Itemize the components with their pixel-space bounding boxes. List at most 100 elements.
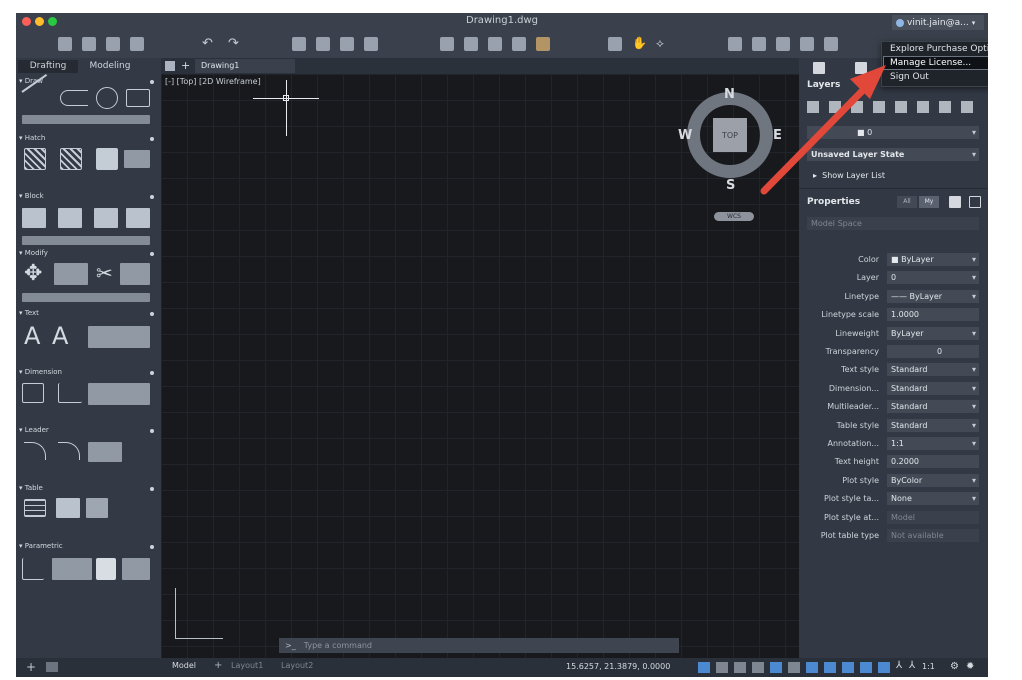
- design-center-icon[interactable]: [800, 37, 814, 51]
- polar-toggle-icon[interactable]: [752, 662, 764, 673]
- property-value[interactable]: —— ByLayer: [887, 289, 979, 303]
- section-hatch[interactable]: ▾ Hatch: [19, 133, 45, 144]
- gradient-tool-icon[interactable]: [60, 148, 82, 170]
- multiline-text-icon[interactable]: A: [24, 323, 40, 349]
- section-parametric[interactable]: ▾ Parametric: [19, 541, 63, 552]
- explore-purchase-options-item[interactable]: Explore Purchase Options: [890, 43, 988, 56]
- property-value[interactable]: 0.2000: [887, 455, 979, 469]
- content-browser-icon[interactable]: [824, 37, 838, 51]
- section-menu-icon[interactable]: [150, 80, 154, 84]
- auto-scale-icon[interactable]: ⅄: [909, 660, 915, 671]
- section-menu-icon[interactable]: [150, 312, 154, 316]
- section-table[interactable]: ▾ Table: [19, 483, 43, 494]
- command-line[interactable]: >_ Type a command: [279, 638, 679, 653]
- layout-list-icon[interactable]: [46, 662, 58, 672]
- property-value[interactable]: Standard: [887, 418, 979, 432]
- section-menu-icon[interactable]: [150, 429, 154, 433]
- tab-layout1[interactable]: Layout1: [231, 661, 263, 670]
- snap-toggle-icon[interactable]: [716, 662, 728, 673]
- block-insert-icon[interactable]: [776, 37, 790, 51]
- property-value[interactable]: ■ ByLayer: [887, 253, 979, 266]
- property-value[interactable]: Standard: [887, 400, 979, 414]
- tab-drafting[interactable]: Drafting: [18, 60, 78, 73]
- wcs-menu[interactable]: WCS: [714, 212, 754, 221]
- publish-icon[interactable]: [340, 37, 354, 51]
- section-menu-icon[interactable]: [150, 487, 154, 491]
- leader-secondary-tools[interactable]: [88, 442, 122, 462]
- section-leader[interactable]: ▾ Leader: [19, 425, 49, 436]
- filter-all-button[interactable]: All: [897, 196, 917, 208]
- properties-icon[interactable]: [728, 37, 742, 51]
- workspace-icon[interactable]: ⚙: [950, 661, 959, 672]
- circle-tool-icon[interactable]: [96, 87, 118, 109]
- add-leader-icon[interactable]: [58, 442, 80, 460]
- compass-north[interactable]: N: [724, 87, 735, 102]
- region-tool-icon[interactable]: [124, 150, 150, 168]
- polyline-tool-icon[interactable]: [60, 90, 88, 106]
- copy-icon[interactable]: [464, 37, 478, 51]
- move-tool-icon[interactable]: ✥: [24, 263, 42, 285]
- section-menu-icon[interactable]: [150, 545, 154, 549]
- aligned-dimension-icon[interactable]: [58, 383, 82, 403]
- lineweight-toggle-icon[interactable]: [788, 662, 800, 673]
- table-link-icon[interactable]: [86, 498, 108, 518]
- grid-view-icon[interactable]: [165, 61, 175, 71]
- save-as-icon[interactable]: [130, 37, 144, 51]
- add-layout-plus-icon[interactable]: +: [26, 660, 36, 674]
- property-value[interactable]: Standard: [887, 381, 979, 395]
- add-layout-icon[interactable]: +: [214, 660, 222, 671]
- tab-modeling[interactable]: Modeling: [78, 60, 142, 73]
- units-icon[interactable]: [842, 662, 854, 673]
- table-tool-icon[interactable]: [24, 499, 46, 517]
- property-value[interactable]: Standard: [887, 363, 979, 377]
- new-file-icon[interactable]: [58, 37, 72, 51]
- grid-toggle-icon[interactable]: [698, 662, 710, 673]
- filter-my-button[interactable]: My: [919, 196, 939, 208]
- block-attributes-icon[interactable]: [126, 208, 150, 228]
- section-dimension[interactable]: ▾ Dimension: [19, 367, 62, 378]
- section-menu-icon[interactable]: [150, 252, 154, 256]
- section-text[interactable]: ▾ Text: [19, 308, 39, 319]
- selection-cycling-icon[interactable]: [806, 662, 818, 673]
- quick-properties-icon[interactable]: [860, 662, 872, 673]
- paste-icon[interactable]: [488, 37, 502, 51]
- trim-scissors-icon[interactable]: ✂: [96, 261, 113, 285]
- hatch-tool-icon[interactable]: [24, 148, 46, 170]
- section-menu-icon[interactable]: [150, 195, 154, 199]
- batch-plot-icon[interactable]: [316, 37, 330, 51]
- cut-icon[interactable]: [440, 37, 454, 51]
- new-tab-plus-icon[interactable]: +: [181, 59, 190, 72]
- orbit-icon[interactable]: ⟡: [656, 36, 664, 51]
- section-block[interactable]: ▾ Block: [19, 191, 44, 202]
- property-value[interactable]: 1:1: [887, 437, 979, 450]
- pan-hand-icon[interactable]: ✋: [632, 36, 647, 50]
- edit-block-icon[interactable]: [94, 208, 118, 228]
- single-line-text-icon[interactable]: A: [52, 323, 68, 349]
- ortho-toggle-icon[interactable]: [734, 662, 746, 673]
- manage-license-item[interactable]: Manage License...: [883, 56, 988, 70]
- toggle-pickadd-icon[interactable]: [969, 196, 981, 208]
- data-extraction-icon[interactable]: [56, 498, 80, 518]
- fillet-array-tools[interactable]: [120, 263, 150, 285]
- annotation-monitor-icon[interactable]: [824, 662, 836, 673]
- rectangle-tool-icon[interactable]: [126, 89, 150, 107]
- annotation-visibility-icon[interactable]: [878, 662, 890, 673]
- property-value[interactable]: ByLayer: [887, 326, 979, 340]
- property-value[interactable]: 1.0000: [887, 308, 979, 322]
- section-modify[interactable]: ▾ Modify: [19, 248, 48, 259]
- block-secondary-tools[interactable]: [22, 236, 150, 245]
- undo-icon[interactable]: ↶: [202, 36, 213, 51]
- layers-manager-icon[interactable]: [752, 37, 766, 51]
- customization-gear-icon[interactable]: ✹: [966, 661, 974, 672]
- insert-block-icon[interactable]: [22, 208, 46, 228]
- constraint-tools[interactable]: [52, 558, 92, 580]
- compass-west[interactable]: W: [678, 128, 692, 143]
- draw-secondary-tools[interactable]: [22, 115, 150, 124]
- share-icon[interactable]: [364, 37, 378, 51]
- linear-dimension-icon[interactable]: [22, 383, 44, 403]
- property-value[interactable]: 0: [887, 271, 979, 285]
- tab-drawing1[interactable]: Drawing1: [195, 59, 295, 73]
- compass-south[interactable]: S: [726, 178, 735, 193]
- property-value[interactable]: 0: [887, 345, 979, 358]
- user-account-menu[interactable]: vinit.jain@a... ▾: [892, 15, 984, 30]
